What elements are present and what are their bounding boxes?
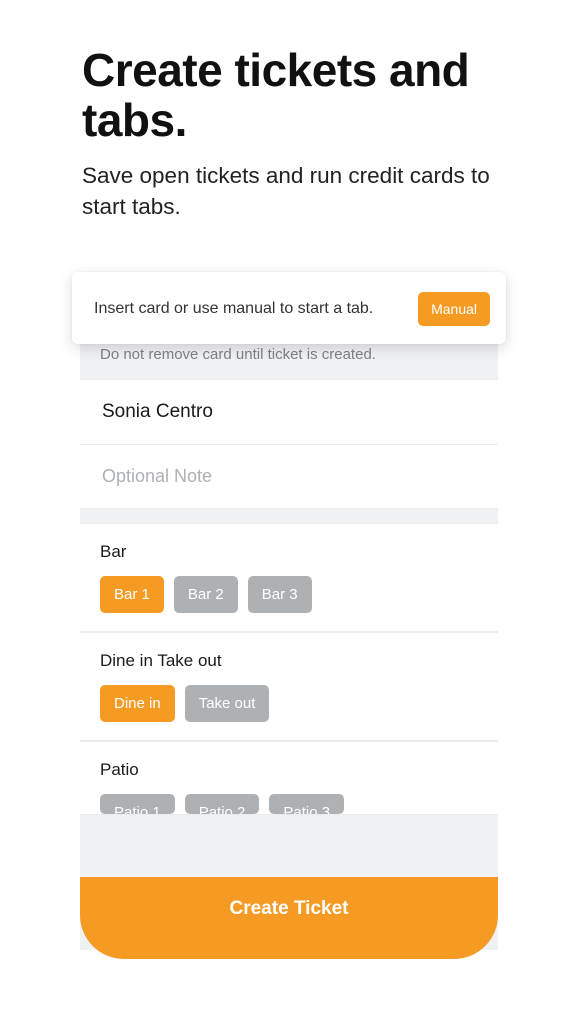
optional-note-field[interactable]: Optional Note (80, 445, 498, 509)
option-chip[interactable]: Patio 1 (100, 794, 175, 814)
option-chip[interactable]: Patio 2 (185, 794, 260, 814)
option-group-title: Bar (100, 542, 478, 562)
manual-button[interactable]: Manual (418, 292, 490, 326)
option-chip[interactable]: Dine in (100, 685, 175, 722)
option-group-chips: Patio 1 Patio 2 Patio 3 (100, 794, 478, 814)
option-group-chips: Bar 1 Bar 2 Bar 3 (100, 576, 478, 613)
option-chip[interactable]: Patio 3 (269, 794, 344, 814)
create-ticket-label: Create Ticket (230, 898, 349, 920)
phone-screenshot: Insert card or use manual to start a tab… (72, 272, 506, 1024)
option-chip[interactable]: Bar 3 (248, 576, 312, 613)
option-group: Patio Patio 1 Patio 2 Patio 3 (80, 741, 498, 815)
ticket-panel: Do not remove card until ticket is creat… (80, 332, 498, 950)
customer-name-field[interactable]: Sonia Centro (80, 379, 498, 445)
start-tab-banner: Insert card or use manual to start a tab… (72, 272, 506, 344)
option-chip[interactable]: Take out (185, 685, 270, 722)
option-group-title: Patio (100, 760, 478, 780)
page-title: Create tickets and tabs. (82, 46, 498, 145)
option-group: Dine in Take outDine inTake out (80, 632, 498, 741)
page-subtitle: Save open tickets and run credit cards t… (82, 161, 498, 222)
option-group-title: Dine in Take out (100, 651, 478, 671)
option-group-chips: Dine in Take out (100, 685, 478, 722)
option-group: Bar Bar 1 Bar 2 Bar 3 (80, 523, 498, 632)
create-ticket-button[interactable]: Create Ticket (80, 877, 498, 959)
start-tab-text: Insert card or use manual to start a tab… (94, 300, 373, 318)
option-chip[interactable]: Bar 1 (100, 576, 164, 613)
option-chip[interactable]: Bar 2 (174, 576, 238, 613)
